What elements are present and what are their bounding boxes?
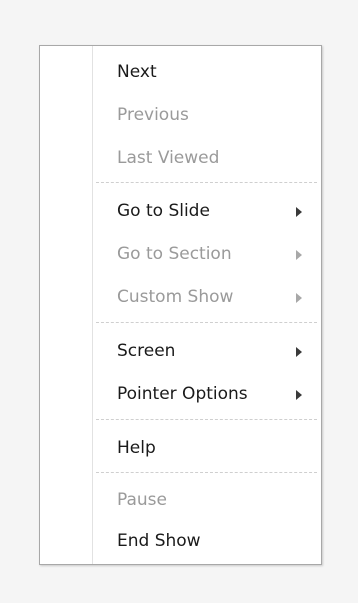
menu-separator: [96, 182, 317, 183]
menu-item-label: Screen: [117, 341, 176, 361]
menu-item-label: Next: [117, 62, 157, 82]
submenu-arrow-icon: [296, 207, 302, 217]
menu-item-go-to-slide[interactable]: Go to Slide: [40, 193, 321, 233]
menu-separator: [96, 419, 317, 420]
submenu-arrow-icon: [296, 347, 302, 357]
submenu-arrow-icon: [296, 250, 302, 260]
submenu-arrow-icon: [296, 390, 302, 400]
menu-separator: [96, 472, 317, 473]
menu-item-next[interactable]: Next: [40, 54, 321, 94]
menu-item-previous: Previous: [40, 97, 321, 137]
menu-separator: [96, 322, 317, 323]
menu-item-label: Pause: [117, 490, 167, 510]
menu-item-end-show[interactable]: End Show: [40, 523, 321, 563]
menu-item-label: Previous: [117, 105, 189, 125]
menu-item-label: Custom Show: [117, 287, 234, 307]
menu-item-go-to-section: Go to Section: [40, 236, 321, 276]
menu-item-label: Pointer Options: [117, 384, 248, 404]
menu-item-last-viewed: Last Viewed: [40, 140, 321, 180]
menu-item-pause: Pause: [40, 482, 321, 522]
menu-item-screen[interactable]: Screen: [40, 333, 321, 373]
menu-item-label: Go to Section: [117, 244, 232, 264]
menu-item-label: End Show: [117, 531, 201, 551]
menu-item-help[interactable]: Help: [40, 430, 321, 470]
menu-item-label: Help: [117, 438, 156, 458]
context-menu: Next Previous Last Viewed Go to Slide Go…: [39, 45, 322, 565]
menu-item-custom-show: Custom Show: [40, 279, 321, 319]
menu-item-pointer-options[interactable]: Pointer Options: [40, 376, 321, 416]
submenu-arrow-icon: [296, 293, 302, 303]
menu-item-label: Last Viewed: [117, 148, 220, 168]
menu-item-label: Go to Slide: [117, 201, 210, 221]
